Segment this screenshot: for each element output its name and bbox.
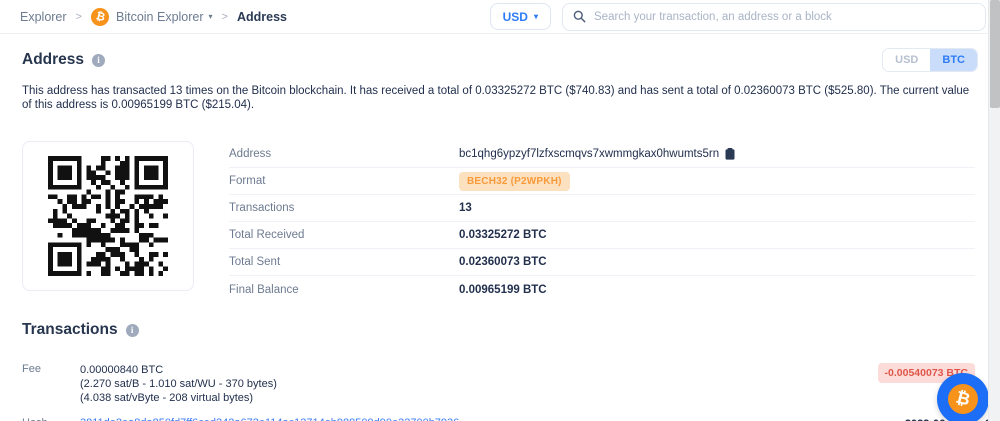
bitcoin-icon: ₿ <box>91 8 109 26</box>
page-title-text: Address <box>22 51 84 69</box>
vertical-scrollbar[interactable] <box>988 0 1000 421</box>
chevron-right-icon: > <box>222 11 228 23</box>
fee-details: 0.00000840 BTC (2.270 sat/B - 1.010 sat/… <box>80 363 878 405</box>
address-section-header: Address i USD BTC <box>0 48 1000 72</box>
row-label: Total Sent <box>229 256 459 268</box>
fee-rate-line: (2.270 sat/B - 1.010 sat/WU - 370 bytes) <box>80 377 878 391</box>
currency-unit-toggle: USD BTC <box>882 48 978 72</box>
transaction-hash-link[interactable]: 3811de2ea8da850fd7ff6ced242a672e114ac127… <box>80 417 978 421</box>
search-input[interactable] <box>594 11 975 23</box>
fee-label: Fee <box>22 363 80 375</box>
final-balance-value: 0.00965199 BTC <box>459 284 547 296</box>
table-row: Final Balance 0.00965199 BTC <box>229 276 975 303</box>
info-icon[interactable]: i <box>92 54 105 67</box>
caret-down-icon: ▾ <box>209 12 213 21</box>
address-value: bc1qhg6ypzyf7lzfxscmqvs7xwmmgkax0hwumts5… <box>459 148 735 160</box>
currency-dropdown-label: USD <box>503 10 528 24</box>
blockchain-explorer-page: Explorer > ₿ Bitcoin Explorer ▾ > Addres… <box>0 0 1000 421</box>
total-received-value: 0.03325272 BTC <box>459 229 547 241</box>
bitcoin-icon: ₿ <box>948 384 978 414</box>
toggle-btc-button[interactable]: BTC <box>930 49 977 71</box>
table-row: Transactions 13 <box>229 195 975 222</box>
breadcrumb-current-address: Address <box>237 10 287 24</box>
breadcrumb-bitcoin-explorer-label: Bitcoin Explorer <box>116 10 204 24</box>
transactions-section-header: Transactions i <box>0 321 1000 341</box>
copy-icon[interactable] <box>725 148 735 160</box>
table-row: Total Sent 0.02360073 BTC <box>229 249 975 276</box>
chevron-right-icon: > <box>76 11 82 23</box>
row-label: Final Balance <box>229 284 459 296</box>
currency-dropdown-button[interactable]: USD ▾ <box>490 3 551 30</box>
qr-code-card <box>22 141 194 291</box>
total-sent-value: 0.02360073 BTC <box>459 256 547 268</box>
format-badge: BECH32 (P2WPKH) <box>459 172 570 191</box>
row-label: Transactions <box>229 202 459 214</box>
floating-bitcoin-button[interactable]: ₿ <box>937 373 989 421</box>
table-row: Total Received 0.03325272 BTC <box>229 222 975 249</box>
address-details-table: Address bc1qhg6ypzyf7lzfxscmqvs7xwmmgkax… <box>229 141 978 303</box>
breadcrumb-explorer[interactable]: Explorer <box>20 10 67 24</box>
table-row: Format BECH32 (P2WPKH) <box>229 168 975 195</box>
row-label: Address <box>229 148 459 160</box>
hash-label: Hash <box>22 417 80 421</box>
toggle-usd-button[interactable]: USD <box>883 49 930 71</box>
table-row: Address bc1qhg6ypzyf7lzfxscmqvs7xwmmgkax… <box>229 141 975 168</box>
breadcrumb-bitcoin-explorer[interactable]: ₿ Bitcoin Explorer ▾ <box>91 8 213 26</box>
transaction-fee-row: Fee 0.00000840 BTC (2.270 sat/B - 1.010 … <box>22 363 978 405</box>
fee-vbyte-line: (4.038 sat/vByte - 208 virtual bytes) <box>80 391 878 405</box>
info-icon[interactable]: i <box>126 324 139 337</box>
transactions-count: 13 <box>459 202 472 214</box>
row-label: Total Received <box>229 229 459 241</box>
address-overview: Address bc1qhg6ypzyf7lzfxscmqvs7xwmmgkax… <box>22 141 978 303</box>
search-bar[interactable] <box>562 3 986 31</box>
fee-amount: 0.00000840 BTC <box>80 363 878 377</box>
caret-down-icon: ▾ <box>534 12 538 21</box>
search-icon <box>573 10 586 23</box>
qr-code <box>48 156 168 276</box>
address-summary-text: This address has transacted 13 times on … <box>0 84 1000 112</box>
transaction-hash-row: Hash 3811de2ea8da850fd7ff6ced242a672e114… <box>22 417 978 421</box>
scrollbar-thumb[interactable] <box>990 0 1000 108</box>
top-bar: Explorer > ₿ Bitcoin Explorer ▾ > Addres… <box>0 0 1000 34</box>
row-label: Format <box>229 175 459 187</box>
page-title: Address i <box>22 51 105 69</box>
transactions-title: Transactions <box>22 321 118 339</box>
